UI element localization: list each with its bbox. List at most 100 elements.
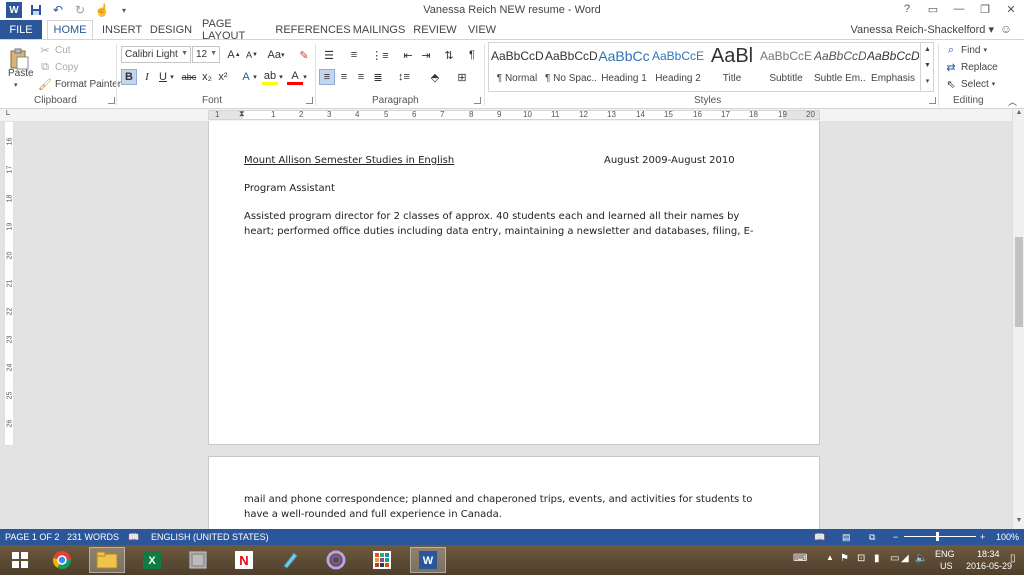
tab-home[interactable]: HOME (47, 20, 93, 39)
bullets-icon[interactable]: ☰ (319, 47, 339, 63)
action-center-icon[interactable]: ⚑ (840, 553, 849, 564)
zoom-level[interactable]: 100% (996, 532, 1019, 542)
keyboard-icon[interactable]: ⌨ (793, 553, 807, 564)
decrease-indent-icon[interactable]: ⇤ (400, 47, 416, 63)
grow-font-button[interactable]: A ▲ (226, 47, 242, 63)
styles-launcher-icon[interactable] (929, 97, 936, 104)
clock-date[interactable]: 2016-05-29 (966, 561, 1012, 571)
find-button[interactable]: ⌕ Find ▾ (944, 43, 987, 57)
taskbar-file-explorer[interactable] (89, 547, 125, 573)
notifications-icon[interactable]: ▯ (1010, 553, 1016, 564)
font-color-dropdown-icon[interactable]: ▾ (301, 69, 309, 85)
style-normal[interactable]: AaBbCcDc ¶ Normal (491, 45, 543, 87)
tab-design[interactable]: DESIGN (150, 20, 192, 39)
justify-icon[interactable]: ≣ (370, 69, 386, 85)
collapse-ribbon-icon[interactable]: ︿ (1008, 95, 1017, 108)
gallery-up-icon[interactable]: ▲ (921, 42, 934, 58)
paste-dropdown-icon[interactable]: ▾ (14, 81, 18, 89)
zoom-in-button[interactable]: + (980, 532, 985, 542)
zoom-slider[interactable] (904, 536, 976, 537)
paste-button[interactable] (6, 48, 32, 70)
sort-icon[interactable]: ⇅ (441, 47, 457, 63)
show-hidden-icons[interactable]: ▲ (826, 553, 834, 562)
tab-references[interactable]: REFERENCES (275, 20, 350, 39)
power-icon[interactable]: ▮ (874, 553, 880, 564)
horizontal-ruler[interactable]: 1 ⧗ 1 2 3 4 5 6 7 8 9 10 11 12 13 14 15 … (208, 109, 820, 120)
volume-icon[interactable]: 🔈 (915, 553, 927, 564)
input-language[interactable]: ENG (935, 549, 955, 559)
tab-selector-icon[interactable]: └ (4, 110, 14, 120)
text-effects-dropdown-icon[interactable]: ▾ (251, 69, 259, 85)
vertical-ruler[interactable]: 16 17 18 19 20 21 22 23 24 25 26 (4, 121, 14, 446)
style-heading-1[interactable]: AaBbCc Heading 1 (598, 45, 650, 87)
taskbar-chrome[interactable] (44, 547, 80, 573)
scroll-up-icon[interactable]: ▲ (1013, 109, 1024, 121)
wifi-icon[interactable]: ◢ (901, 553, 909, 564)
style-heading-2[interactable]: AaBbCcE Heading 2 (652, 45, 704, 87)
vertical-scrollbar[interactable]: ▲ ▼ (1012, 109, 1024, 529)
page[interactable]: Mount Allison Semester Studies in Englis… (208, 121, 820, 445)
font-size-combo[interactable]: 12 ▼ (192, 46, 220, 63)
proofing-icon[interactable]: 📖 (128, 532, 139, 543)
numbering-icon[interactable]: ≡ (344, 47, 364, 63)
minimize-icon[interactable]: — (952, 2, 966, 16)
align-left-icon[interactable]: ≡ (319, 69, 335, 85)
clock-time[interactable]: 18:34 (977, 549, 1000, 559)
account-name[interactable]: Vanessa Reich-Shackelford ▾ (851, 23, 995, 36)
bold-button[interactable]: B (121, 69, 137, 85)
cut-button[interactable]: ✂ Cut (38, 43, 70, 57)
font-name-combo[interactable]: Calibri Light ▼ (121, 46, 191, 63)
taskbar-word[interactable]: W (410, 547, 446, 573)
tab-page-layout[interactable]: PAGE LAYOUT (202, 18, 270, 42)
zoom-out-button[interactable]: − (893, 532, 898, 542)
underline-dropdown-icon[interactable]: ▾ (168, 69, 176, 85)
style-subtle-emphasis[interactable]: AaBbCcDc Subtle Em... (814, 45, 866, 87)
clipboard-launcher-icon[interactable] (108, 97, 115, 104)
language-status[interactable]: ENGLISH (UNITED STATES) (151, 532, 269, 542)
scroll-down-icon[interactable]: ▼ (1013, 517, 1024, 529)
tab-review[interactable]: REVIEW (413, 20, 456, 39)
tab-mailings[interactable]: MAILINGS (353, 20, 406, 39)
taskbar-netflix[interactable]: N (226, 547, 262, 573)
taskbar-photos[interactable] (180, 547, 216, 573)
font-launcher-icon[interactable] (306, 97, 313, 104)
tab-view[interactable]: VIEW (467, 20, 497, 39)
web-layout-icon[interactable]: ⧉ (869, 532, 875, 543)
taskbar-media-app[interactable] (318, 547, 354, 573)
taskbar-excel[interactable]: X (134, 547, 170, 573)
zoom-slider-thumb[interactable] (936, 532, 939, 541)
scroll-thumb[interactable] (1015, 237, 1023, 327)
style-subtitle[interactable]: AaBbCcE Subtitle (760, 45, 812, 87)
paragraph-launcher-icon[interactable] (474, 97, 481, 104)
gallery-down-icon[interactable]: ▼ (921, 58, 934, 74)
tab-file[interactable]: FILE (0, 20, 42, 39)
gallery-more-icon[interactable]: ▾ (921, 74, 934, 90)
select-button[interactable]: ⇖ Select ▾ (944, 77, 995, 91)
change-case-button[interactable]: Aa ▾ (266, 47, 286, 63)
feedback-icon[interactable]: ☺ (998, 21, 1014, 37)
strikethrough-button[interactable]: abc (180, 69, 198, 85)
borders-icon[interactable]: ⊞ (451, 69, 473, 85)
word-count[interactable]: 231 WORDS (67, 532, 119, 542)
italic-button[interactable]: I (139, 69, 155, 85)
taskbar-store[interactable] (364, 547, 400, 573)
align-center-icon[interactable]: ≡ (336, 69, 352, 85)
input-region[interactable]: US (940, 561, 953, 571)
style-title[interactable]: AaBl Title (706, 45, 758, 87)
show-marks-button[interactable]: ¶ (464, 47, 480, 63)
page[interactable]: mail and phone correspondence; planned a… (208, 456, 820, 529)
copy-button[interactable]: ⧉ Copy (38, 60, 78, 74)
clear-formatting-icon[interactable]: ✎ (296, 47, 312, 63)
style-emphasis[interactable]: AaBbCcDc Emphasis (867, 45, 919, 87)
help-icon[interactable]: ? (900, 2, 914, 16)
read-mode-icon[interactable]: 📖 (814, 532, 825, 543)
increase-indent-icon[interactable]: ⇥ (418, 47, 434, 63)
print-layout-icon[interactable]: ▤ (842, 532, 851, 543)
page-count[interactable]: PAGE 1 OF 2 (5, 532, 59, 542)
indent-marker-icon[interactable]: ⧗ (239, 109, 245, 119)
start-button[interactable] (2, 547, 38, 573)
display-icon[interactable]: ▭ (890, 553, 899, 564)
shrink-font-button[interactable]: A ▼ (244, 47, 260, 63)
align-right-icon[interactable]: ≡ (353, 69, 369, 85)
highlight-icon[interactable]: ab (262, 69, 278, 85)
